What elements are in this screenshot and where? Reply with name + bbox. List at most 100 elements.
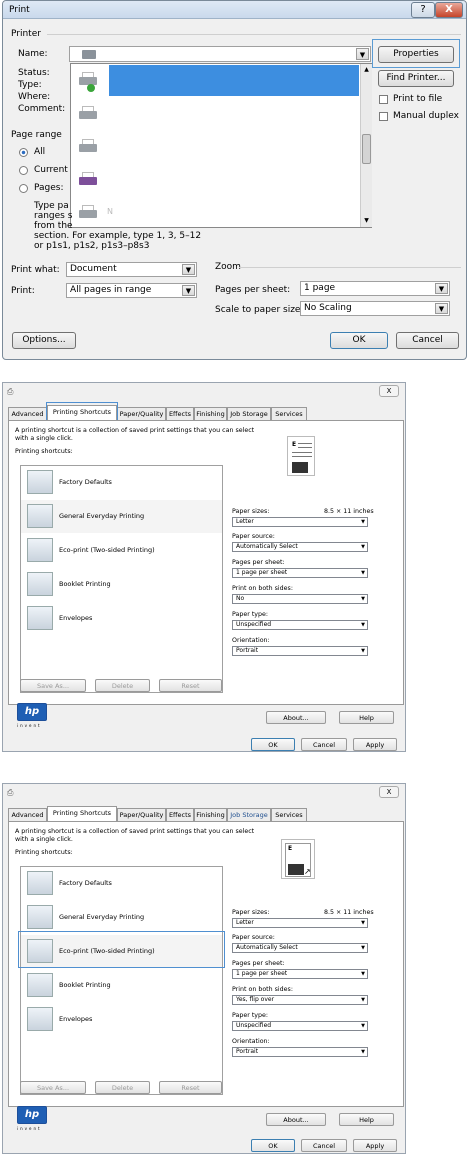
preview-image — [288, 864, 304, 875]
apply-button[interactable]: Apply — [353, 738, 397, 751]
paper-type-combo[interactable]: Unspecified ▼ — [232, 1021, 368, 1031]
list-item[interactable]: N — [71, 196, 360, 229]
chevron-down-icon[interactable]: ▼ — [435, 303, 448, 314]
scale-combo[interactable]: No Scaling ▼ — [300, 301, 450, 316]
apply-button[interactable]: Apply — [353, 1139, 397, 1152]
list-item[interactable] — [71, 163, 360, 196]
current-radio[interactable] — [19, 166, 28, 175]
list-item[interactable] — [71, 130, 360, 163]
shortcut-factory-defaults[interactable]: Factory Defaults — [21, 466, 222, 499]
pages-per-sheet-combo[interactable]: 1 page per sheet ▼ — [232, 568, 368, 578]
printer-name-combo[interactable]: ▼ — [69, 46, 371, 62]
paper-sizes-combo[interactable]: Letter ▼ — [232, 918, 368, 928]
tab-paper-quality[interactable]: Paper/Quality — [117, 808, 166, 821]
chevron-down-icon[interactable]: ▼ — [182, 264, 195, 275]
tab-effects[interactable]: Effects — [166, 808, 194, 821]
tab-job-storage[interactable]: Job Storage — [227, 407, 271, 420]
tab-printing-shortcuts[interactable]: Printing Shortcuts — [47, 806, 117, 821]
pages-per-sheet-combo[interactable]: 1 page ▼ — [300, 281, 450, 296]
close-button[interactable]: X — [379, 786, 399, 798]
shortcut-booklet[interactable]: Booklet Printing — [21, 568, 222, 601]
all-label: All — [34, 147, 46, 157]
shortcut-general-everyday[interactable]: General Everyday Printing — [21, 500, 222, 533]
all-radio[interactable] — [19, 148, 28, 157]
ok-button[interactable]: OK — [251, 738, 295, 751]
ok-button[interactable]: OK — [251, 1139, 295, 1152]
chevron-down-icon[interactable]: ▼ — [182, 285, 195, 296]
shortcut-envelopes[interactable]: Envelopes — [21, 602, 222, 635]
paper-source-label: Paper source: — [232, 533, 275, 540]
cancel-button[interactable]: Cancel — [301, 1139, 347, 1152]
ok-button[interactable]: OK — [330, 332, 388, 349]
combo-value: Yes, flip over — [236, 996, 275, 1003]
tab-services[interactable]: Services — [271, 407, 307, 420]
paper-sizes-combo[interactable]: Letter ▼ — [232, 517, 368, 527]
tab-services[interactable]: Services — [271, 808, 307, 821]
scroll-down-icon[interactable]: ▼ — [362, 216, 371, 225]
page-preview: E — [287, 436, 315, 476]
cancel-button[interactable]: Cancel — [396, 332, 459, 349]
list-item[interactable] — [71, 64, 360, 97]
tab-paper-quality[interactable]: Paper/Quality — [117, 407, 166, 420]
paper-source-combo[interactable]: Automatically Select ▼ — [232, 943, 368, 953]
about-button[interactable]: About... — [266, 1113, 326, 1126]
paper-sizes-label: Paper sizes: — [232, 909, 270, 916]
shortcut-booklet[interactable]: Booklet Printing — [21, 969, 222, 1002]
properties-dialog-2: ⎙ X Advanced Printing Shortcuts Paper/Qu… — [2, 783, 406, 1154]
tab-job-storage[interactable]: Job Storage — [227, 808, 271, 821]
orientation-combo[interactable]: Portrait ▼ — [232, 646, 368, 656]
combo-value: Portrait — [236, 647, 259, 654]
paper-type-combo[interactable]: Unspecified ▼ — [232, 620, 368, 630]
orientation-combo[interactable]: Portrait ▼ — [232, 1047, 368, 1057]
find-printer-button[interactable]: Find Printer... — [378, 70, 454, 87]
shortcut-factory-defaults[interactable]: Factory Defaults — [21, 867, 222, 900]
preview-line — [292, 456, 312, 457]
reset-button[interactable]: Reset — [159, 1081, 222, 1094]
scroll-thumb[interactable] — [362, 134, 371, 164]
print-what-combo[interactable]: Document ▼ — [66, 262, 197, 277]
print-to-file-checkbox[interactable] — [379, 95, 388, 104]
help-button[interactable]: Help — [339, 1113, 394, 1126]
delete-button[interactable]: Delete — [95, 1081, 150, 1094]
combo-value: Automatically Select — [236, 944, 298, 951]
scrollbar[interactable]: ▲ ▼ — [360, 64, 372, 227]
print-combo[interactable]: All pages in range ▼ — [66, 283, 197, 298]
shortcuts-list[interactable]: Factory Defaults General Everyday Printi… — [20, 465, 223, 693]
save-as-button[interactable]: Save As... — [20, 679, 86, 692]
tab-advanced[interactable]: Advanced — [8, 808, 47, 821]
cancel-button[interactable]: Cancel — [301, 738, 347, 751]
chevron-down-icon[interactable]: ▼ — [356, 48, 369, 60]
tab-effects[interactable]: Effects — [166, 407, 194, 420]
tab-finishing[interactable]: Finishing — [194, 407, 227, 420]
list-item[interactable] — [71, 97, 360, 130]
shortcuts-list[interactable]: Factory Defaults General Everyday Printi… — [20, 866, 223, 1095]
tab-finishing[interactable]: Finishing — [194, 808, 227, 821]
properties-button[interactable]: Properties — [378, 46, 454, 63]
manual-duplex-checkbox[interactable] — [379, 112, 388, 121]
reset-button[interactable]: Reset — [159, 679, 222, 692]
delete-button[interactable]: Delete — [95, 679, 150, 692]
combo-value: 1 page per sheet — [236, 970, 288, 977]
shortcut-general-everyday[interactable]: General Everyday Printing — [21, 901, 222, 934]
combo-value: Unspecified — [236, 621, 272, 628]
close-button[interactable]: X — [379, 385, 399, 397]
options-button[interactable]: Options... — [12, 332, 76, 349]
pages-radio[interactable] — [19, 184, 28, 193]
pages-per-sheet-combo[interactable]: 1 page per sheet ▼ — [232, 969, 368, 979]
help-button[interactable]: Help — [339, 711, 394, 724]
help-button[interactable]: ? — [411, 2, 435, 18]
paper-source-combo[interactable]: Automatically Select ▼ — [232, 542, 368, 552]
shortcut-eco-print[interactable]: Eco-print (Two-sided Printing) — [21, 534, 222, 567]
about-button[interactable]: About... — [266, 711, 326, 724]
both-sides-combo[interactable]: No ▼ — [232, 594, 368, 604]
close-button[interactable]: X — [435, 2, 463, 18]
shortcut-envelopes[interactable]: Envelopes — [21, 1003, 222, 1036]
tab-panel: A printing shortcut is a collection of s… — [8, 821, 404, 1107]
save-as-button[interactable]: Save As... — [20, 1081, 86, 1094]
chevron-down-icon[interactable]: ▼ — [435, 283, 448, 294]
printer-dropdown-list[interactable]: N ▲ ▼ — [70, 63, 372, 228]
tab-advanced[interactable]: Advanced — [8, 407, 47, 420]
scroll-up-icon[interactable]: ▲ — [362, 65, 371, 74]
both-sides-combo[interactable]: Yes, flip over ▼ — [232, 995, 368, 1005]
paper-sizes-dimensions: 8.5 × 11 inches — [324, 909, 374, 916]
